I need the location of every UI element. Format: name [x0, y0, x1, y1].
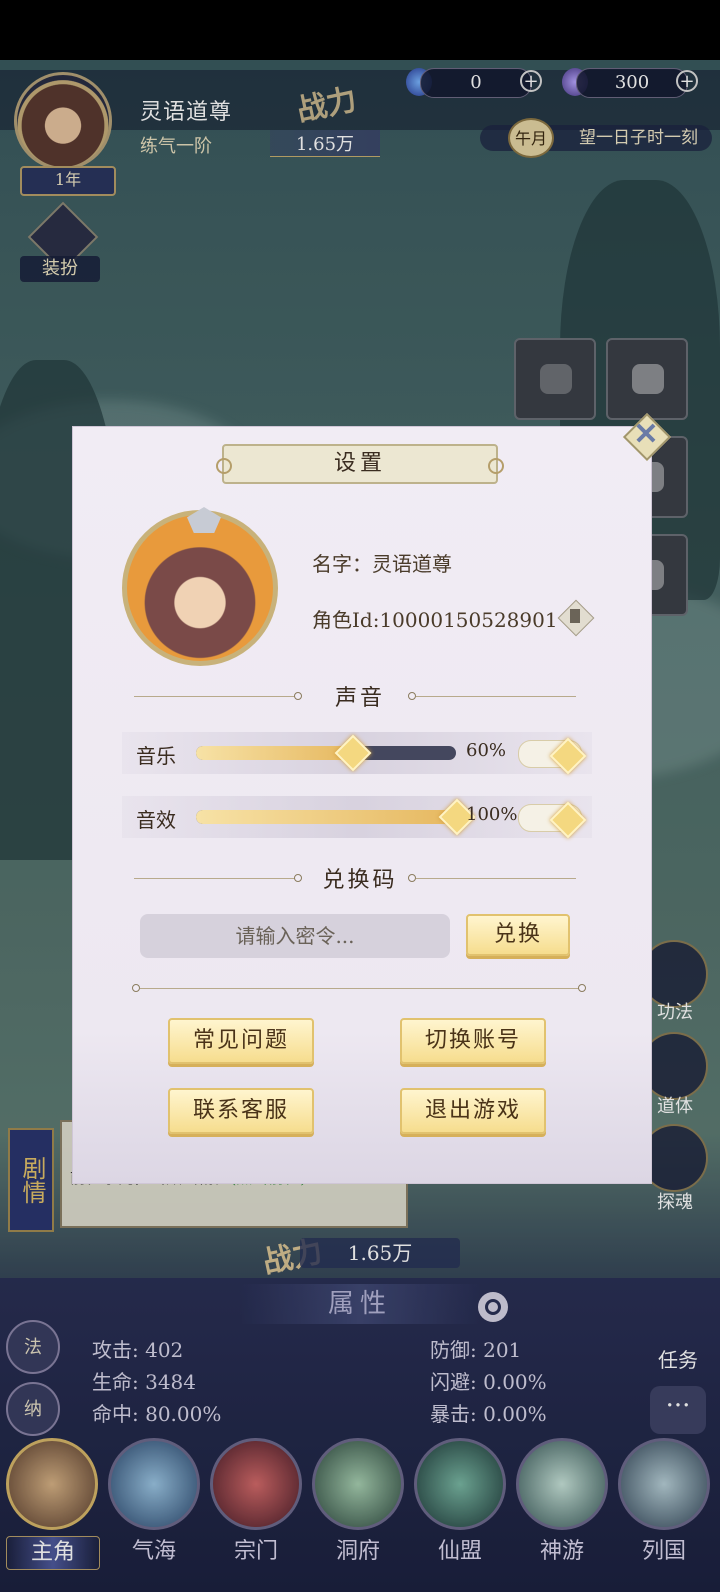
divider-dot: [578, 984, 586, 992]
divider-dot: [408, 692, 416, 700]
music-slider-handle[interactable]: [334, 734, 372, 772]
switch-account-button[interactable]: 切换账号: [400, 1018, 546, 1064]
status-bar-area: [0, 0, 720, 60]
music-percent: 60%: [466, 740, 507, 761]
music-slider[interactable]: [196, 734, 456, 772]
close-icon: ✕: [633, 417, 659, 452]
toggle-handle: [549, 801, 587, 839]
redeem-code-input[interactable]: [140, 914, 450, 958]
character-portrait: [122, 507, 278, 666]
music-row: 音乐 60%: [122, 732, 592, 775]
sfx-percent: 100%: [466, 804, 518, 825]
music-mute-toggle[interactable]: [518, 737, 587, 775]
divider: [416, 696, 576, 697]
character-id: 角色Id:10000150528901: [312, 608, 558, 632]
divider-dot: [408, 874, 416, 882]
settings-title: 设置: [216, 444, 504, 484]
divider: [416, 878, 576, 879]
sfx-slider-fill: [196, 810, 456, 824]
character-name: 名字：灵语道尊: [312, 552, 452, 576]
close-button[interactable]: ✕: [622, 412, 672, 462]
sfx-mute-toggle[interactable]: [518, 801, 587, 839]
sfx-label: 音效: [136, 808, 176, 832]
contact-support-button[interactable]: 联系客服: [168, 1088, 314, 1134]
sfx-slider[interactable]: [196, 798, 476, 836]
copy-id-button[interactable]: [557, 599, 595, 637]
music-slider-fill: [196, 746, 352, 760]
divider-dot: [132, 984, 140, 992]
faq-button[interactable]: 常见问题: [168, 1018, 314, 1064]
toggle-handle: [549, 737, 587, 775]
redeem-button[interactable]: 兑换: [466, 914, 570, 956]
hair-crown-icon: [187, 507, 221, 533]
copy-icon: [570, 609, 580, 623]
exit-game-button[interactable]: 退出游戏: [400, 1088, 546, 1134]
sfx-row: 音效 100%: [122, 796, 592, 839]
music-label: 音乐: [136, 744, 176, 768]
divider: [140, 988, 582, 989]
